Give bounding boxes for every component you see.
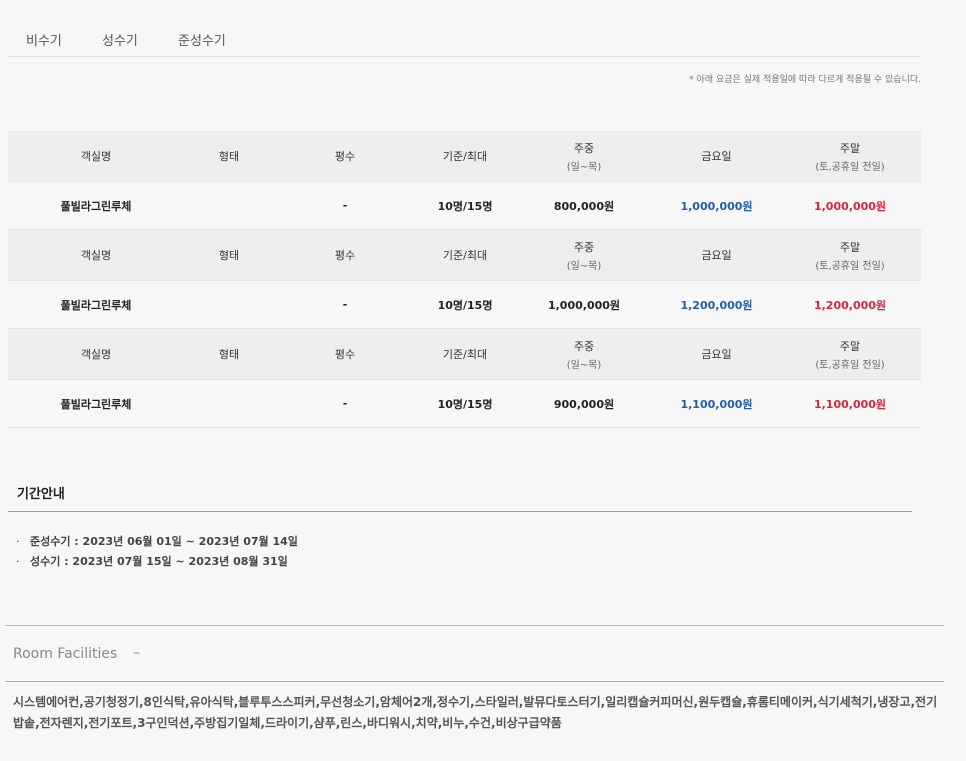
header-type: 형태 [184,229,274,281]
facilities-top-divider [5,625,944,626]
cell-friday-price: 1,100,000원 [654,379,779,428]
section-divider [8,511,912,512]
cell-weekend-price: 1,200,000원 [779,280,921,329]
header-size: 평수 [274,131,416,182]
tab-peak-season[interactable]: 성수기 [102,30,138,49]
table-header-row: 객실명 형태 평수 기준/최대 주중 (일~목) 금요일 주말 (토,공휴일 전일) [8,229,921,281]
rate-notice: * 아래 요금은 실제 적용일에 따라 다르게 적용될 수 있습니다. [689,75,921,85]
header-weekday: 주중 (일~목) [514,328,654,380]
cell-room: 풀빌라그린루체 [8,181,184,230]
cell-weekend-price: 1,100,000원 [779,379,921,428]
cell-size: - [274,280,416,329]
cell-type [184,181,274,230]
header-capacity: 기준/최대 [416,328,514,380]
period-item-semi-peak: · 준성수기 : 2023년 06월 01일 ~ 2023년 07월 14일 [16,533,298,549]
cell-friday-price: 1,200,000원 [654,280,779,329]
cell-friday-price: 1,000,000원 [654,181,779,230]
header-room: 객실명 [8,131,184,182]
header-friday: 금요일 [654,328,779,380]
table-row: 풀빌라그린루체 - 10명/15명 900,000원 1,100,000원 1,… [8,379,921,428]
table-row: 풀빌라그린루체 - 10명/15명 800,000원 1,000,000원 1,… [8,181,921,230]
header-weekend: 주말 (토,공휴일 전일) [779,229,921,281]
facilities-title: Room Facilities [13,646,118,662]
cell-capacity: 10명/15명 [416,280,514,329]
period-text: 준성수기 : 2023년 06월 01일 ~ 2023년 07월 14일 [30,535,298,548]
cell-weekday-price: 800,000원 [514,181,654,230]
header-room: 객실명 [8,229,184,281]
cell-room: 풀빌라그린루체 [8,379,184,428]
header-size: 평수 [274,229,416,281]
bullet-icon: · [16,555,20,568]
cell-type [184,280,274,329]
header-weekday: 주중 (일~목) [514,229,654,281]
tab-off-season[interactable]: 비수기 [26,30,62,49]
bullet-icon: · [16,535,20,548]
facilities-divider [5,681,944,682]
header-friday: 금요일 [654,131,779,182]
cell-weekend-price: 1,000,000원 [779,181,921,230]
rate-table: 객실명 형태 평수 기준/최대 주중 (일~목) 금요일 주말 (토,공휴일 전일)… [8,131,921,428]
cell-capacity: 10명/15명 [416,379,514,428]
period-text: 성수기 : 2023년 07월 15일 ~ 2023년 08월 31일 [30,555,288,568]
header-capacity: 기준/최대 [416,229,514,281]
header-weekend: 주말 (토,공휴일 전일) [779,131,921,182]
period-section-title: 기간안내 [17,487,65,502]
cell-size: - [274,181,416,230]
facilities-collapse-toggle[interactable]: – [133,645,140,661]
period-item-peak: · 성수기 : 2023년 07월 15일 ~ 2023년 08월 31일 [16,553,288,569]
header-room: 객실명 [8,328,184,380]
header-type: 형태 [184,328,274,380]
header-type: 형태 [184,131,274,182]
cell-capacity: 10명/15명 [416,181,514,230]
table-header-row: 객실명 형태 평수 기준/최대 주중 (일~목) 금요일 주말 (토,공휴일 전일) [8,328,921,380]
season-tabs: 비수기 성수기 준성수기 [8,18,921,57]
table-header-row: 객실명 형태 평수 기준/최대 주중 (일~목) 금요일 주말 (토,공휴일 전일) [8,131,921,182]
cell-size: - [274,379,416,428]
tab-semi-peak-season[interactable]: 준성수기 [178,30,226,49]
table-row: 풀빌라그린루체 - 10명/15명 1,000,000원 1,200,000원 … [8,280,921,329]
header-capacity: 기준/최대 [416,131,514,182]
cell-weekday-price: 900,000원 [514,379,654,428]
cell-weekday-price: 1,000,000원 [514,280,654,329]
header-weekday: 주중 (일~목) [514,131,654,182]
header-size: 평수 [274,328,416,380]
header-friday: 금요일 [654,229,779,281]
cell-type [184,379,274,428]
header-weekend: 주말 (토,공휴일 전일) [779,328,921,380]
facilities-list: 시스템에어컨,공기청정기,8인식탁,유아식탁,블루투스스피커,무선청소기,암체어… [13,695,938,730]
cell-room: 풀빌라그린루체 [8,280,184,329]
